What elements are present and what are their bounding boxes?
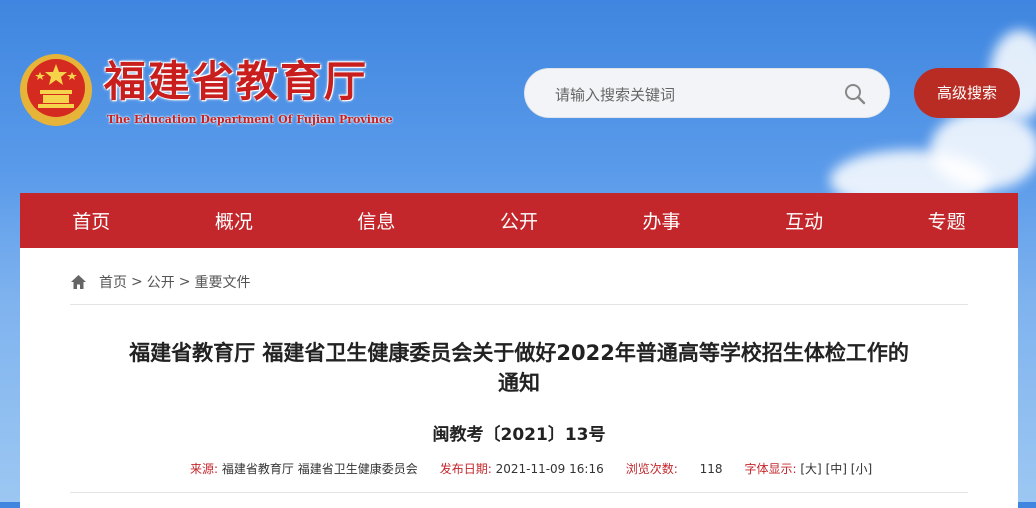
site-logo-title[interactable]: 福建省教育厅 [104, 52, 368, 112]
site-header: 福建省教育厅 The Education Department Of Fujia… [0, 0, 1036, 210]
search-box [524, 68, 890, 118]
meta-source: 来源: 福建省教育厅 福建省卫生健康委员会 [190, 460, 418, 477]
nav-item-public[interactable]: 公开 [469, 207, 569, 234]
site-logo-subtitle: The Education Department Of Fujian Provi… [107, 113, 393, 126]
meta-date-label: 发布日期: [439, 462, 492, 476]
breadcrumb: 首页 > 公开 > 重要文件 [70, 272, 250, 292]
font-size-medium-button[interactable]: [中] [826, 462, 847, 476]
nav-item-interaction[interactable]: 互动 [754, 207, 854, 234]
article-meta: 来源: 福建省教育厅 福建省卫生健康委员会 发布日期: 2021-11-09 1… [190, 460, 872, 477]
meta-views-value: 118 [699, 462, 723, 476]
advanced-search-button[interactable]: 高级搜索 [914, 68, 1020, 118]
meta-font-label: 字体显示: [744, 462, 797, 476]
breadcrumb-separator: > [131, 274, 143, 290]
national-emblem-icon [20, 54, 92, 126]
main-nav: 首页 概况 信息 公开 办事 互动 专题 [20, 193, 1018, 248]
nav-item-overview[interactable]: 概况 [184, 207, 284, 234]
meta-source-value: 福建省教育厅 福建省卫生健康委员会 [221, 462, 418, 476]
meta-source-label: 来源: [190, 462, 219, 476]
divider [70, 304, 968, 305]
nav-item-home[interactable]: 首页 [41, 207, 141, 234]
meta-views-label: 浏览次数: [625, 462, 678, 476]
nav-item-topics[interactable]: 专题 [897, 207, 997, 234]
home-icon[interactable] [70, 274, 87, 290]
article-panel: 首页 > 公开 > 重要文件 福建省教育厅 福建省卫生健康委员会关于做好2022… [20, 248, 1018, 508]
meta-views: 浏览次数: 118 [626, 460, 723, 477]
font-size-small-button[interactable]: [小] [851, 462, 872, 476]
meta-date-value: 2021-11-09 16:16 [495, 462, 604, 476]
nav-item-services[interactable]: 办事 [612, 207, 712, 234]
font-size-large-button[interactable]: [大] [800, 462, 821, 476]
breadcrumb-public[interactable]: 公开 [147, 272, 175, 292]
divider [70, 492, 968, 493]
breadcrumb-separator: > [178, 274, 191, 290]
nav-item-info[interactable]: 信息 [326, 207, 426, 234]
article-title-line: 通知 [498, 371, 540, 395]
article-title: 福建省教育厅 福建省卫生健康委员会关于做好2022年普通高等学校招生体检工作的 … [70, 338, 968, 398]
meta-date: 发布日期: 2021-11-09 16:16 [440, 460, 604, 477]
search-icon[interactable] [843, 82, 867, 106]
meta-font-size: 字体显示: [大] [中] [小] [745, 460, 873, 477]
cloud-decoration [930, 110, 1036, 190]
article-title-line: 福建省教育厅 福建省卫生健康委员会关于做好2022年普通高等学校招生体检工作的 [129, 341, 909, 365]
breadcrumb-home[interactable]: 首页 [99, 272, 127, 292]
search-input[interactable] [553, 81, 827, 109]
breadcrumb-important-files[interactable]: 重要文件 [194, 272, 250, 292]
document-number: 闽教考〔2021〕13号 [432, 425, 606, 445]
